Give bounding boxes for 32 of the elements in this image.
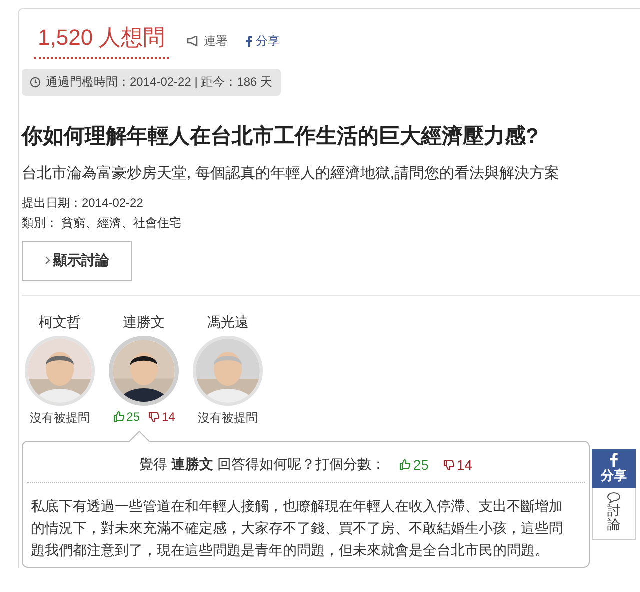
candidate-name: 連勝文 <box>123 314 165 332</box>
thumbs-down-icon[interactable] <box>442 459 455 471</box>
chevron-icon <box>44 256 50 265</box>
candidate-status: 沒有被提問 <box>198 410 258 427</box>
upvote-count[interactable]: 25 <box>112 410 140 424</box>
candidate-name: 馮光遠 <box>207 314 249 332</box>
asker-count: 1,520 人想問 <box>34 23 170 59</box>
question-description: 台北市淪為富豪炒房天堂, 每個認真的年輕人的經濟地獄,請問您的看法與解決方案 <box>22 164 561 183</box>
question-title: 你如何理解年輕人在台北市工作生活的巨大經濟壓力感? <box>22 124 540 150</box>
discuss-button[interactable]: 討論 <box>592 488 636 540</box>
show-discussion-button[interactable]: 顯示討論 <box>22 241 132 281</box>
threshold-text: 通過門檻時間：2014-02-22 | 距今：186 天 <box>46 74 273 91</box>
category-text: 類別： 貧窮、經濟、社會住宅 <box>22 215 182 232</box>
share-link[interactable]: 分享 <box>246 32 280 50</box>
thumbs-up-icon[interactable] <box>399 459 412 471</box>
upvote-count[interactable]: 25 <box>399 457 429 473</box>
thumbs-up-icon[interactable] <box>112 411 125 423</box>
answer-text: 私底下有透過一些管道在和年輕人接觸，也瞭解現在年輕人在收入停滯、支出不斷增加的情況下，對未來充滿不確定感，大家存不了錢、買不了房、不敢結婚生小孩，這些問題我們都注意到了，現在這些問題是青年的問題，但未來就會是全台北市民的問題。 <box>30 497 564 560</box>
clock-icon <box>30 77 41 88</box>
candidate-name: 柯文哲 <box>39 314 81 332</box>
megaphone-icon <box>187 36 200 46</box>
candidate-status: 沒有被提問 <box>30 410 90 427</box>
facebook-share-button[interactable]: 分享 <box>592 449 636 488</box>
submit-date: 提出日期：2014-02-22 <box>22 195 144 212</box>
facebook-icon <box>610 453 618 467</box>
endorse-link[interactable]: 連署 <box>187 32 228 50</box>
facebook-icon <box>246 36 252 46</box>
downvote-count[interactable]: 14 <box>148 410 176 424</box>
thumbs-down-icon[interactable] <box>148 411 160 423</box>
speech-bubble-icon <box>607 492 621 504</box>
downvote-count[interactable]: 14 <box>442 457 472 473</box>
rating-prompt: 覺得 連勝文 回答得如何呢？打個分數： <box>140 456 386 474</box>
